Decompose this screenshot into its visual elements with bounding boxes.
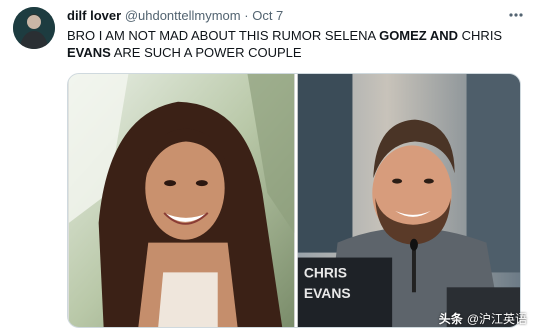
nameplate-line1: CHRIS	[304, 264, 347, 280]
separator-dot: ·	[244, 8, 249, 23]
more-horizontal-icon[interactable]	[507, 6, 525, 28]
tweet-text-part: ARE SUCH A POWER COUPLE	[110, 45, 302, 60]
tweet-text: BRO I AM NOT MAD ABOUT THIS RUMOR SELENA…	[67, 27, 527, 61]
watermark-logo: 头条	[438, 312, 463, 326]
watermark-account: @沪江英语	[466, 312, 527, 326]
avatar-image	[13, 7, 55, 49]
tweet-date[interactable]: Oct 7	[252, 8, 283, 23]
left-photo[interactable]	[68, 74, 295, 327]
tweet-text-bold: GOMEZ AND	[379, 28, 459, 43]
nameplate-line2: EVANS	[304, 285, 351, 301]
tweet-text-part: BRO I AM NOT MAD ABOUT THIS RUMOR SELENA	[67, 28, 380, 43]
tweet-media[interactable]: CHRIS EVANS	[67, 73, 521, 328]
tweet-header: dilf lover @uhdonttellmymom · Oct 7	[67, 8, 283, 24]
more-horizontal-icon-glyph	[509, 13, 523, 17]
tweet-text-bold: EVANS	[67, 45, 111, 60]
tweet-text-part: CHRIS	[458, 28, 503, 43]
avatar[interactable]	[13, 7, 55, 49]
watermark: 头条 @沪江英语	[439, 310, 527, 327]
author-handle[interactable]: @uhdonttellmymom	[125, 8, 241, 23]
right-photo[interactable]: CHRIS EVANS	[297, 74, 521, 327]
author-display-name[interactable]: dilf lover	[67, 8, 121, 23]
